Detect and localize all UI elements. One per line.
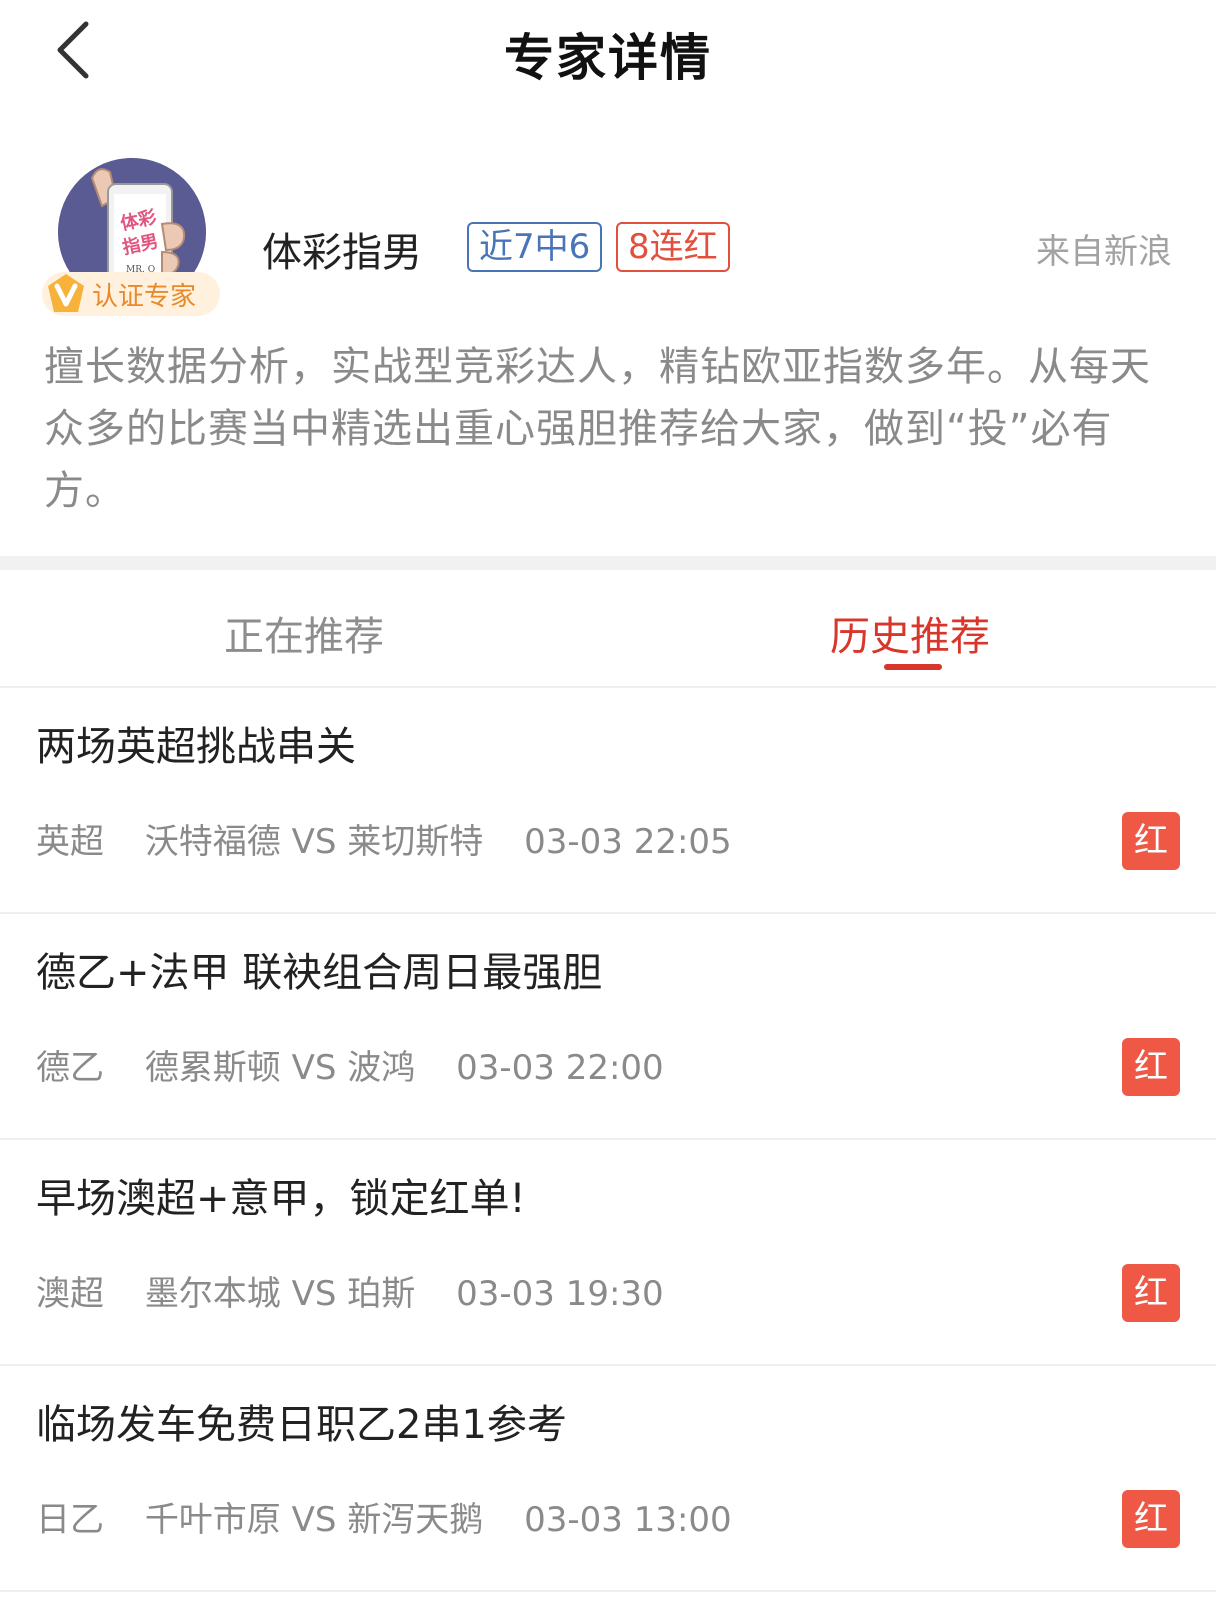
list-item[interactable]: 临场发车免费日职乙2串1参考 日乙 千叶市原 VS 新泻天鹅 03-03 13:… <box>0 1366 1216 1592</box>
league-label: 英超 <box>36 822 104 862</box>
match-info: 澳超 墨尔本城 VS 珀斯 03-03 19:30 <box>36 1266 694 1315</box>
streak-tag: 8连红 <box>616 222 730 272</box>
match-info: 日乙 千叶市原 VS 新泻天鹅 03-03 13:00 <box>36 1492 762 1541</box>
recommendation-title: 早场澳超+意甲，锁定红单! <box>36 1176 526 1222</box>
match-teams: 墨尔本城 VS 珀斯 <box>144 1274 416 1314</box>
expert-name: 体彩指男 <box>262 230 422 276</box>
match-teams: 沃特福德 VS 莱切斯特 <box>144 822 484 862</box>
result-badge: 红 <box>1122 1264 1180 1322</box>
active-tab-indicator <box>884 664 942 670</box>
tab-history-recommendations[interactable]: 历史推荐 <box>830 604 990 662</box>
verified-expert-badge: 认证专家 <box>42 272 220 316</box>
recommendation-list: 两场英超挑战串关 英超 沃特福德 VS 莱切斯特 03-03 22:05 红 德… <box>0 688 1216 1592</box>
verified-label: 认证专家 <box>92 281 197 312</box>
match-info: 英超 沃特福德 VS 莱切斯特 03-03 22:05 <box>36 814 762 863</box>
league-label: 澳超 <box>36 1274 104 1314</box>
result-badge: 红 <box>1122 1038 1180 1096</box>
recent-record-tag: 近7中6 <box>467 222 603 272</box>
result-badge: 红 <box>1122 812 1180 870</box>
verified-v-icon <box>48 274 84 312</box>
match-time: 03-03 13:00 <box>524 1500 732 1540</box>
expert-bio: 擅长数据分析，实战型竞彩达人，精钻欧亚指数多年。从每天众多的比赛当中精选出重心强… <box>44 344 1151 514</box>
league-label: 日乙 <box>36 1500 104 1540</box>
match-teams: 千叶市原 VS 新泻天鹅 <box>144 1500 484 1540</box>
match-time: 03-03 22:00 <box>456 1048 664 1088</box>
match-info: 德乙 德累斯顿 VS 波鸿 03-03 22:00 <box>36 1040 694 1089</box>
tab-current-recommendations[interactable]: 正在推荐 <box>224 604 384 662</box>
source-label: 来自新浪 <box>1036 232 1172 272</box>
list-item[interactable]: 两场英超挑战串关 英超 沃特福德 VS 莱切斯特 03-03 22:05 红 <box>0 688 1216 914</box>
match-time: 03-03 19:30 <box>456 1274 664 1314</box>
recommendation-title: 临场发车免费日职乙2串1参考 <box>36 1402 567 1448</box>
match-teams: 德累斯顿 VS 波鸿 <box>144 1048 416 1088</box>
tab-bar: 正在推荐 历史推荐 <box>0 570 1216 688</box>
header-bar: 专家详情 <box>0 0 1216 110</box>
result-badge: 红 <box>1122 1490 1180 1548</box>
list-item[interactable]: 早场澳超+意甲，锁定红单! 澳超 墨尔本城 VS 珀斯 03-03 19:30 … <box>0 1140 1216 1366</box>
list-item[interactable]: 德乙+法甲 联袂组合周日最强胆 德乙 德累斯顿 VS 波鸿 03-03 22:0… <box>0 914 1216 1140</box>
page-title: 专家详情 <box>504 29 712 87</box>
league-label: 德乙 <box>36 1048 104 1088</box>
recommendation-title: 两场英超挑战串关 <box>36 724 356 770</box>
match-time: 03-03 22:05 <box>524 822 732 862</box>
section-divider <box>0 556 1216 570</box>
recommendation-title: 德乙+法甲 联袂组合周日最强胆 <box>36 950 603 996</box>
expert-profile: 体彩 指男 MR. O 认证专家 体彩指男 近7中6 8连红 来自新浪 <box>0 150 1216 320</box>
